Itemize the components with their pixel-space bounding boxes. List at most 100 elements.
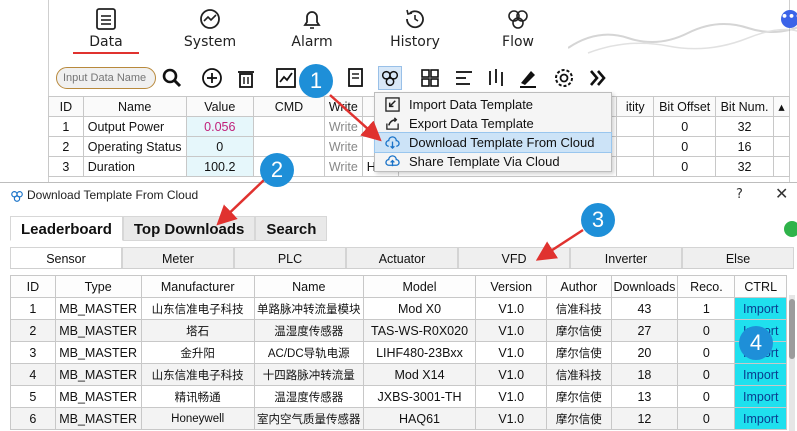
- nav-tab-label: Alarm: [291, 34, 333, 50]
- add-icon[interactable]: [200, 66, 224, 90]
- tab-actuator[interactable]: Actuator: [346, 247, 458, 268]
- nav-tab-system[interactable]: System: [170, 6, 250, 60]
- template-name-cell: AC/DC导轨电源: [253, 341, 364, 364]
- import-button[interactable]: Import: [734, 407, 787, 430]
- manufacturer-cell: 山东信准电子科技: [140, 297, 255, 320]
- version-cell: V1.0: [475, 319, 548, 342]
- downloads-cell: 20: [610, 341, 679, 364]
- template-cloud-icon[interactable]: [378, 66, 402, 90]
- table-row[interactable]: 3 MB_MASTER 金升阳 AC/DC导轨电源 LIHF480-23Bxx …: [10, 341, 787, 364]
- tab-search[interactable]: Search: [255, 216, 328, 241]
- model-cell: LIHF480-23Bxx: [362, 341, 477, 364]
- column-header[interactable]: Model: [362, 275, 477, 298]
- connection-status-indicator: [784, 221, 797, 237]
- menu-item-export-template[interactable]: Export Data Template: [375, 114, 611, 133]
- table-row[interactable]: 2 MB_MASTER 塔石 温湿度传感器 TAS-WS-R0X020 V1.0…: [10, 319, 787, 342]
- chart-icon[interactable]: [274, 66, 298, 90]
- write-button[interactable]: Write: [323, 156, 363, 177]
- bit-num-cell: 32: [715, 116, 775, 137]
- column-header[interactable]: Type: [54, 275, 142, 298]
- align-icon[interactable]: [452, 66, 476, 90]
- value-cell: 0.056: [185, 116, 255, 137]
- nav-tab-history[interactable]: History: [375, 6, 455, 60]
- help-button[interactable]: ?: [736, 187, 743, 202]
- tab-sensor[interactable]: Sensor: [10, 247, 122, 268]
- step-callout-4: 4: [739, 326, 773, 360]
- tab-meter[interactable]: Meter: [122, 247, 234, 268]
- chevron-right-double-icon[interactable]: [586, 66, 610, 90]
- column-header[interactable]: Manufacturer: [140, 275, 255, 298]
- vertical-scrollbar[interactable]: [789, 295, 795, 431]
- table-row[interactable]: 4 MB_MASTER 山东信准电子科技 十四路脉冲转流量 Mod X14 V1…: [10, 363, 787, 386]
- column-header[interactable]: Version: [475, 275, 548, 298]
- write-button[interactable]: Write: [323, 136, 363, 157]
- column-header[interactable]: Name: [253, 275, 364, 298]
- scrollbar-thumb[interactable]: [789, 299, 795, 359]
- nav-tab-alarm[interactable]: Alarm: [272, 6, 352, 60]
- manufacturer-cell: 山东信准电子科技: [140, 363, 255, 386]
- type-cell: MB_MASTER: [54, 363, 142, 386]
- column-header[interactable]: Author: [546, 275, 612, 298]
- version-cell: V1.0: [475, 341, 548, 364]
- nav-tab-flow[interactable]: Flow: [478, 6, 558, 60]
- column-header: Bit Num.: [715, 96, 775, 117]
- model-cell: JXBS-3001-TH: [362, 385, 477, 408]
- manufacturer-cell: 金升阳: [140, 341, 255, 364]
- import-button[interactable]: Import: [734, 297, 787, 320]
- menu-item-share-via-cloud[interactable]: Share Template Via Cloud: [375, 152, 611, 171]
- downloads-cell: 13: [610, 385, 679, 408]
- import-button[interactable]: Import: [734, 385, 787, 408]
- menu-item-download-from-cloud[interactable]: Download Template From Cloud: [374, 132, 612, 153]
- name-cell[interactable]: Duration: [82, 156, 187, 177]
- write-button[interactable]: Write: [323, 116, 363, 137]
- tab-plc[interactable]: PLC: [234, 247, 346, 268]
- column-header[interactable]: Reco.: [677, 275, 736, 298]
- scrollbar-up-arrow[interactable]: ▴: [773, 96, 790, 117]
- version-cell: V1.0: [475, 407, 548, 430]
- scroll-gutter: [773, 136, 790, 157]
- import-button[interactable]: Import: [734, 363, 787, 386]
- tab-vfd[interactable]: VFD: [458, 247, 570, 268]
- data-name-search-input[interactable]: [56, 67, 156, 89]
- search-icon[interactable]: [160, 66, 184, 90]
- tab-inverter[interactable]: Inverter: [570, 247, 682, 268]
- column-header[interactable]: CTRL: [734, 275, 787, 298]
- type-cell: MB_MASTER: [54, 407, 142, 430]
- edit-icon[interactable]: [516, 66, 540, 90]
- table-row[interactable]: 6 MB_MASTER Honeywell 室内空气质量传感器 HAQ61 V1…: [10, 407, 787, 430]
- id-cell: 2: [48, 136, 84, 157]
- reco-cell: 0: [677, 341, 736, 364]
- cmd-cell[interactable]: [253, 136, 325, 157]
- step-callout-2: 2: [260, 153, 294, 187]
- more-options-button[interactable]: •••: [781, 10, 797, 28]
- manufacturer-cell: 塔石: [140, 319, 255, 342]
- id-cell: 2: [10, 319, 56, 342]
- tab-else[interactable]: Else: [682, 247, 794, 268]
- grid-icon[interactable]: [418, 66, 442, 90]
- close-button[interactable]: ✕: [775, 184, 788, 203]
- delete-icon[interactable]: [234, 66, 258, 90]
- type-cell: MB_MASTER: [54, 341, 142, 364]
- menu-item-import-template[interactable]: Import Data Template: [375, 95, 611, 114]
- cmd-cell[interactable]: [253, 116, 325, 137]
- reco-cell: 0: [677, 363, 736, 386]
- id-cell: 5: [10, 385, 56, 408]
- nav-tab-data[interactable]: Data: [66, 6, 146, 60]
- column-header: itity: [616, 96, 655, 117]
- columns-icon[interactable]: [484, 66, 508, 90]
- menu-item-label: Export Data Template: [409, 116, 534, 131]
- column-header[interactable]: Downloads: [610, 275, 679, 298]
- copy-icon[interactable]: [344, 66, 368, 90]
- table-row[interactable]: 5 MB_MASTER 精讯畅通 温湿度传感器 JXBS-3001-TH V1.…: [10, 385, 787, 408]
- column-header[interactable]: ID: [10, 275, 56, 298]
- bit-offset-cell: 0: [653, 156, 717, 177]
- category-tabs: Sensor Meter PLC Actuator VFD Inverter E…: [10, 247, 794, 269]
- name-cell[interactable]: Output Power: [82, 116, 187, 137]
- tab-top-downloads[interactable]: Top Downloads: [122, 216, 256, 241]
- name-cell[interactable]: Operating Status: [82, 136, 187, 157]
- settings-icon[interactable]: [552, 66, 576, 90]
- quantity-cell: [616, 136, 655, 157]
- tab-leaderboard[interactable]: Leaderboard: [10, 216, 123, 241]
- history-icon: [406, 9, 424, 29]
- table-row[interactable]: 1 MB_MASTER 山东信准电子科技 单路脉冲转流量模块 Mod X0 V1…: [10, 297, 787, 320]
